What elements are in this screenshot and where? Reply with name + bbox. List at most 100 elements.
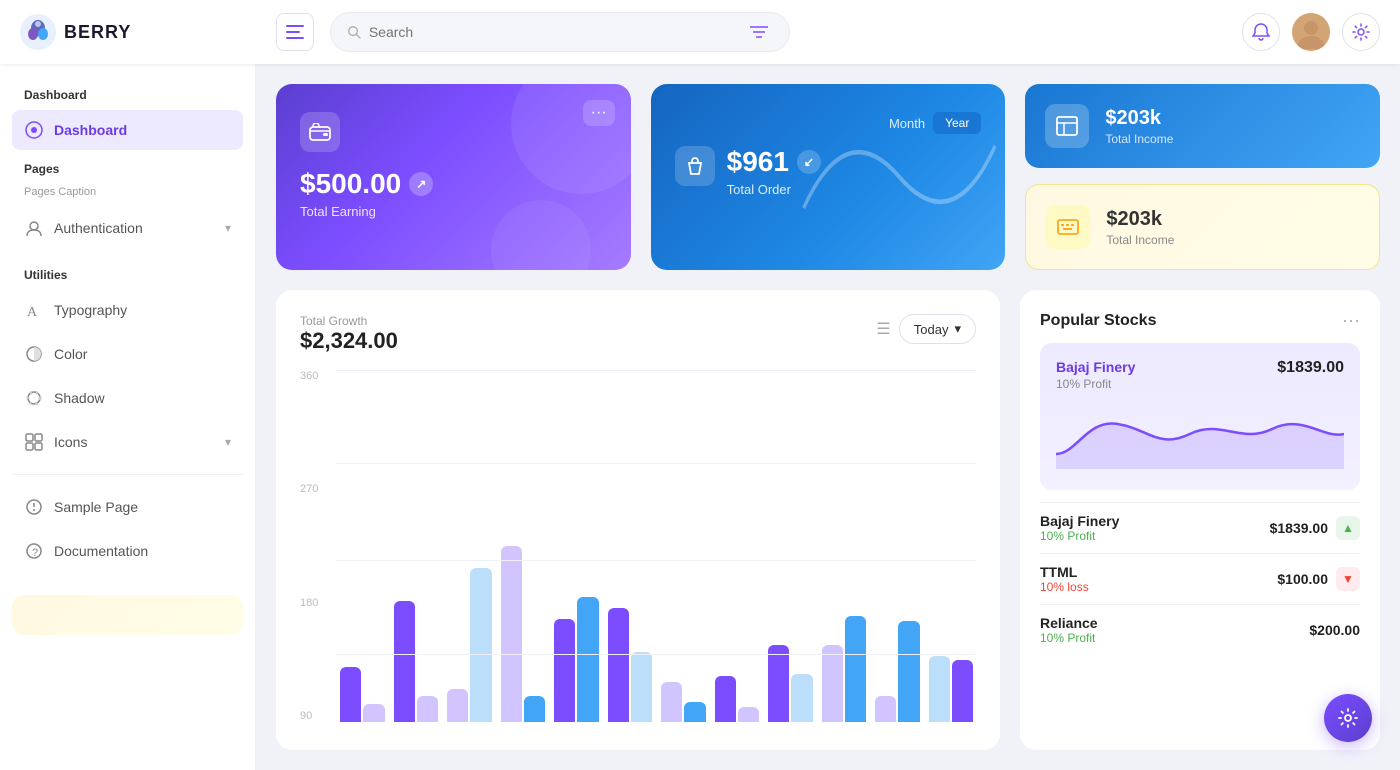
bar-lightblue bbox=[470, 568, 491, 722]
y-label-180: 180 bbox=[300, 597, 336, 609]
chart-title: Total Growth bbox=[300, 314, 398, 328]
logo-text: BERRY bbox=[64, 22, 131, 43]
reliance-profit: 10% Profit bbox=[1040, 631, 1098, 645]
featured-stock-card: Bajaj Finery 10% Profit $1839.00 bbox=[1040, 343, 1360, 490]
settings-button[interactable] bbox=[1342, 13, 1380, 51]
bar-group-7 bbox=[661, 502, 709, 722]
dashboard-section-title: Dashboard bbox=[12, 80, 243, 106]
user-avatar[interactable] bbox=[1292, 13, 1330, 51]
earning-more-button[interactable]: ··· bbox=[583, 100, 615, 126]
sidebar-item-color[interactable]: Color bbox=[12, 334, 243, 374]
bar-blue bbox=[684, 702, 705, 722]
hamburger-button[interactable] bbox=[276, 13, 314, 51]
search-filter-button[interactable] bbox=[745, 16, 773, 48]
search-icon bbox=[347, 24, 361, 40]
bar-group-1 bbox=[340, 502, 388, 722]
earning-label: Total Earning bbox=[300, 204, 607, 219]
chart-body: 360 270 180 90 bbox=[300, 366, 976, 726]
bar-light bbox=[875, 696, 896, 722]
bajaj-profit: 10% Profit bbox=[1040, 529, 1119, 543]
sidebar-item-authentication[interactable]: Authentication ▾ bbox=[12, 208, 243, 248]
bar-purple bbox=[394, 601, 415, 722]
reliance-price: $200.00 bbox=[1309, 622, 1360, 638]
earning-trend-icon: ↗ bbox=[409, 172, 433, 196]
ttml-trend-icon: ▼ bbox=[1336, 567, 1360, 591]
fab-settings-button[interactable] bbox=[1324, 694, 1372, 742]
svg-text:A: A bbox=[27, 305, 38, 319]
bar-blue bbox=[845, 616, 866, 722]
pages-caption: Pages Caption bbox=[12, 184, 243, 204]
bar-group-5 bbox=[554, 502, 602, 722]
bar-purple bbox=[608, 608, 629, 722]
bar-lightblue bbox=[791, 674, 812, 722]
chart-card: Total Growth $2,324.00 ☰ Today ▾ bbox=[276, 290, 1000, 750]
featured-stock-value: $1839.00 bbox=[1277, 359, 1344, 377]
stock-list-item-ttml: TTML 10% loss $100.00 ▼ bbox=[1040, 553, 1360, 604]
bar-group-11 bbox=[875, 502, 923, 722]
bar-purple bbox=[554, 619, 575, 722]
bar-group-4 bbox=[501, 502, 549, 722]
table-icon bbox=[1056, 116, 1078, 136]
sidebar-item-documentation[interactable]: ? Documentation bbox=[12, 531, 243, 571]
svg-text:?: ? bbox=[32, 547, 38, 559]
stocks-card: Popular Stocks ··· Bajaj Finery 10% Prof… bbox=[1020, 290, 1380, 750]
bar-group-10 bbox=[822, 502, 870, 722]
notification-button[interactable] bbox=[1242, 13, 1280, 51]
ttml-right: $100.00 ▼ bbox=[1277, 567, 1360, 591]
stock-list-item-reliance: Reliance 10% Profit $200.00 bbox=[1040, 604, 1360, 655]
sidebar-item-sample-page[interactable]: Sample Page bbox=[12, 487, 243, 527]
wave-decoration bbox=[793, 84, 1006, 270]
bar-blue bbox=[577, 597, 598, 722]
income-blue-icon-box bbox=[1045, 104, 1089, 148]
typography-icon: A bbox=[24, 300, 44, 320]
bar-light bbox=[501, 546, 522, 722]
sidebar-item-sample-page-label: Sample Page bbox=[54, 499, 138, 515]
bar-blue bbox=[524, 696, 545, 722]
bar-light bbox=[822, 645, 843, 722]
bar-chart bbox=[340, 366, 976, 726]
income1-label: Total Income bbox=[1105, 132, 1173, 146]
sidebar-item-typography[interactable]: A Typography bbox=[12, 290, 243, 330]
bar-group-2 bbox=[394, 502, 442, 722]
bell-icon bbox=[1252, 23, 1270, 41]
shopping-bag-icon bbox=[684, 155, 706, 177]
stock-list-item-bajaj: Bajaj Finery 10% Profit $1839.00 ▲ bbox=[1040, 502, 1360, 553]
search-input[interactable] bbox=[369, 24, 737, 40]
income2-amount: $203k bbox=[1106, 208, 1174, 231]
today-filter-button[interactable]: Today ▾ bbox=[899, 314, 976, 344]
bar-group-12 bbox=[929, 502, 977, 722]
y-label-270: 270 bbox=[300, 483, 336, 495]
sidebar-item-dashboard[interactable]: Dashboard bbox=[12, 110, 243, 150]
main-layout: Dashboard Dashboard Pages Pages Caption … bbox=[0, 64, 1400, 770]
featured-stock-info: Bajaj Finery 10% Profit bbox=[1056, 359, 1135, 391]
keyboard-icon bbox=[1057, 217, 1079, 237]
bajaj-name: Bajaj Finery bbox=[1040, 513, 1119, 529]
income2-label: Total Income bbox=[1106, 233, 1174, 247]
sidebar-item-icons-label: Icons bbox=[54, 434, 87, 450]
sidebar-item-dashboard-label: Dashboard bbox=[54, 122, 127, 138]
sidebar-item-shadow[interactable]: Shadow bbox=[12, 378, 243, 418]
sidebar-item-documentation-label: Documentation bbox=[54, 543, 148, 559]
stocks-more-button[interactable]: ··· bbox=[1342, 310, 1360, 331]
logo-icon bbox=[20, 14, 56, 50]
bar-lightblue bbox=[631, 652, 652, 722]
avatar-image bbox=[1292, 13, 1330, 51]
hamburger-icon bbox=[286, 25, 304, 39]
bajaj-right: $1839.00 ▲ bbox=[1270, 516, 1360, 540]
bar-light bbox=[738, 707, 759, 722]
bar-purple bbox=[715, 676, 736, 722]
income-blue-text: $203k Total Income bbox=[1105, 107, 1173, 146]
bajaj-trend-icon: ▲ bbox=[1336, 516, 1360, 540]
icons-chevron-icon: ▾ bbox=[225, 435, 231, 449]
main-content: ··· $500.00 ↗ Total Earning bbox=[256, 64, 1400, 770]
sidebar-item-shadow-label: Shadow bbox=[54, 390, 105, 406]
income-yellow-icon-box bbox=[1046, 205, 1090, 249]
income-yellow-text: $203k Total Income bbox=[1106, 208, 1174, 247]
header: BERRY bbox=[0, 0, 1400, 64]
reliance-info: Reliance 10% Profit bbox=[1040, 615, 1098, 645]
chart-menu-button[interactable]: ☰ bbox=[876, 319, 890, 339]
chart-amount: $2,324.00 bbox=[300, 328, 398, 354]
bajaj-info: Bajaj Finery 10% Profit bbox=[1040, 513, 1119, 543]
pages-section-title: Pages bbox=[12, 154, 243, 180]
sidebar-item-icons[interactable]: Icons ▾ bbox=[12, 422, 243, 462]
